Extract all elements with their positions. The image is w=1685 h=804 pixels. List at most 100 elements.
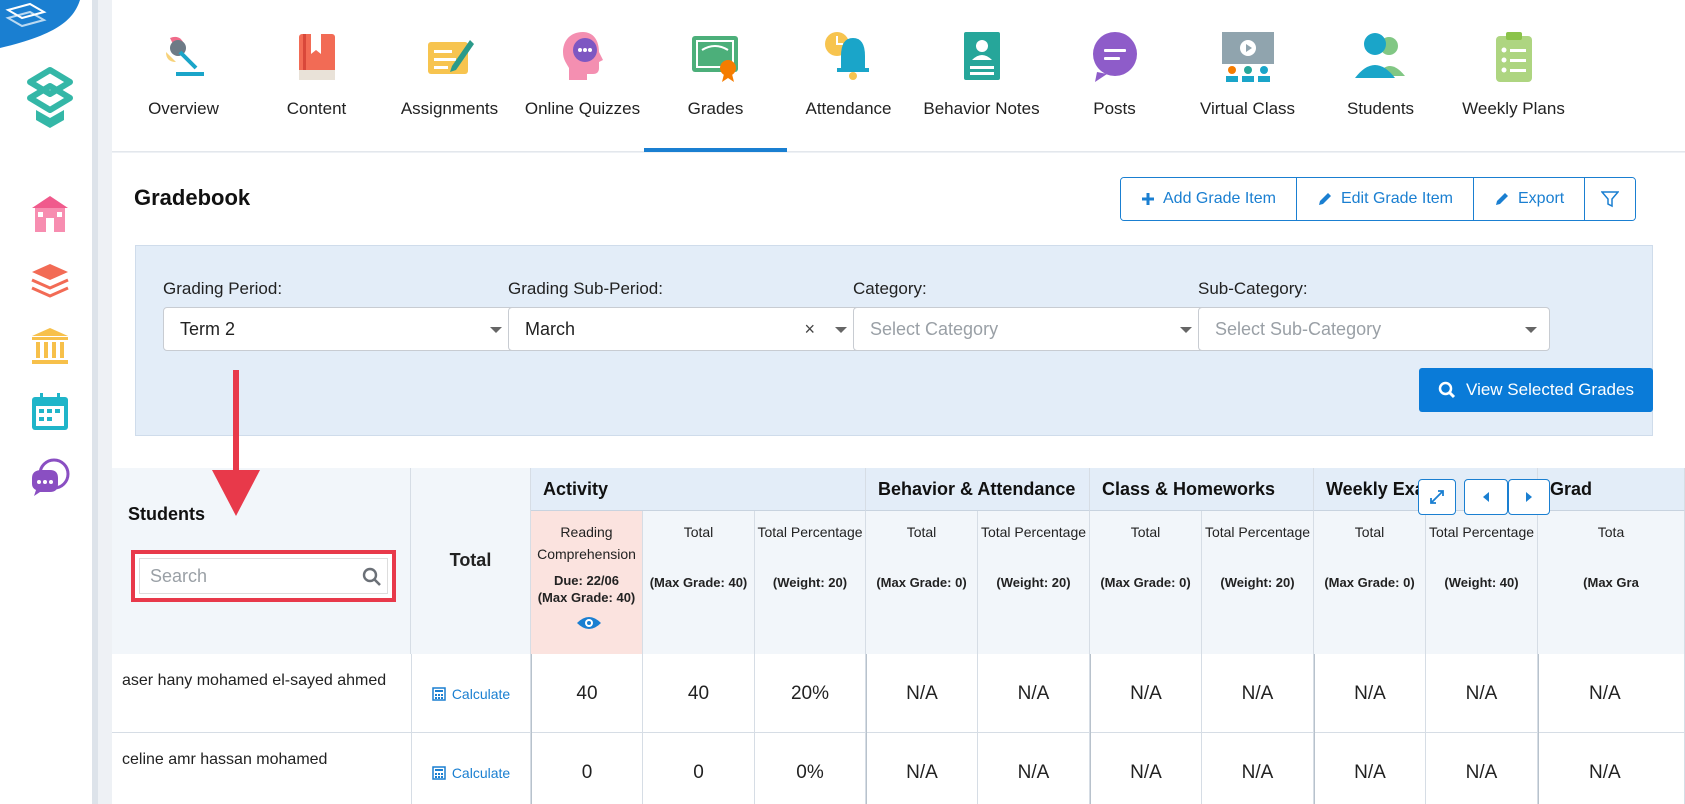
grading-period-filter: Grading Period: Term 2 xyxy=(163,279,515,351)
scroll-left-button[interactable] xyxy=(1464,479,1508,515)
calculate-label: Calculate xyxy=(451,685,511,702)
grade-cell: N/A xyxy=(1426,733,1538,804)
scroll-right-button[interactable] xyxy=(1508,479,1550,515)
sub-header-title: Total Percentage xyxy=(757,524,863,540)
page-title: Gradebook xyxy=(134,185,251,210)
tab-virtual-class[interactable]: Virtual Class xyxy=(1176,0,1319,152)
total-header: Total xyxy=(411,468,531,654)
tab-label: Behavior Notes xyxy=(923,99,1040,118)
tab-label: Posts xyxy=(1093,99,1136,118)
chevron-down-icon xyxy=(1180,327,1192,333)
edit-grade-item-button[interactable]: Edit Grade Item xyxy=(1296,178,1474,220)
table-row: aser hany mohamed el-sayed ahmed Calcula… xyxy=(112,654,1685,733)
sub-header-title: Total xyxy=(1130,524,1161,540)
tab-attendance[interactable]: Attendance xyxy=(777,0,920,152)
school-icon[interactable] xyxy=(28,192,72,236)
id-card-icon xyxy=(964,32,1000,80)
sub-header: Total (Max Grade: 0) xyxy=(1314,511,1426,654)
tab-weekly-plans[interactable]: Weekly Plans xyxy=(1442,0,1585,152)
tab-assignments[interactable]: Assignments xyxy=(378,0,521,152)
filter-button[interactable] xyxy=(1585,178,1636,220)
add-grade-item-label: Add Grade Item xyxy=(1163,190,1276,207)
grade-cell: 20% xyxy=(755,654,866,733)
grading-period-label: Grading Period: xyxy=(163,279,283,298)
module-nav: Overview Content Assignments Online Quiz… xyxy=(112,0,1685,152)
tab-label: Grades xyxy=(687,99,744,118)
tab-label: Attendance xyxy=(805,99,892,118)
reading-due: Due: 22/06 (Max Grade: 40) xyxy=(531,572,642,606)
grade-cell: N/A xyxy=(1202,654,1314,733)
add-grade-item-button[interactable]: Add Grade Item xyxy=(1121,178,1297,220)
pencil-icon xyxy=(1496,193,1508,205)
grade-cell[interactable]: 0 xyxy=(531,733,643,804)
eye-icon[interactable] xyxy=(576,614,602,632)
view-selected-grades-label: View Selected Grades xyxy=(1466,380,1634,399)
book-icon xyxy=(299,34,335,80)
filter-icon xyxy=(1601,191,1620,208)
reading-max-grade: (Max Grade: 40) xyxy=(537,590,636,605)
students-title: Students xyxy=(128,504,206,524)
category-placeholder: Select Category xyxy=(870,318,999,339)
edit-grade-item-label: Edit Grade Item xyxy=(1340,190,1453,207)
plus-icon xyxy=(1142,193,1154,205)
student-search-input[interactable] xyxy=(139,558,388,594)
expand-icon xyxy=(1430,490,1444,504)
reading-due-date: Due: 22/06 xyxy=(553,573,620,588)
certificate-icon xyxy=(692,36,738,82)
tab-behavior-notes[interactable]: Behavior Notes xyxy=(910,0,1053,152)
sub-header-meta: (Max Grade: 0) xyxy=(1324,575,1415,590)
tab-label: Content xyxy=(286,99,347,118)
grade-cell[interactable]: 40 xyxy=(531,654,643,733)
tab-grades[interactable]: Grades xyxy=(644,0,787,152)
calculate-button[interactable]: Calculate xyxy=(411,733,531,804)
chat-icon[interactable] xyxy=(28,456,72,500)
message-bubble-icon xyxy=(1093,32,1137,82)
grade-cell: N/A xyxy=(1202,733,1314,804)
student-search-highlight xyxy=(131,550,396,602)
grade-cell: 40 xyxy=(643,654,755,733)
institution-icon[interactable] xyxy=(28,324,72,368)
sub-header-meta: (Max Grade: 40) xyxy=(649,575,748,590)
table-row: celine amr hassan mohamed Calculate 0 0 … xyxy=(112,733,1685,804)
sub-category-select[interactable]: Select Sub-Category xyxy=(1198,307,1550,351)
sub-period-filter: Grading Sub-Period: March × xyxy=(508,279,860,351)
sub-header-meta: (Max Grade: 0) xyxy=(1100,575,1191,590)
tab-posts[interactable]: Posts xyxy=(1043,0,1186,152)
grading-period-select[interactable]: Term 2 xyxy=(163,307,515,351)
chevron-right-icon xyxy=(1526,492,1532,502)
export-label: Export xyxy=(1518,190,1565,207)
calendar-icon[interactable] xyxy=(28,390,72,434)
brand-logo-icon xyxy=(27,67,73,128)
sub-category-label: Sub-Category: xyxy=(1198,279,1308,298)
desk-lamp-icon xyxy=(166,36,204,76)
tab-content[interactable]: Content xyxy=(245,0,388,152)
clear-icon[interactable]: × xyxy=(804,319,815,340)
tab-label: Weekly Plans xyxy=(1462,99,1565,118)
tab-students[interactable]: Students xyxy=(1309,0,1452,152)
calculate-button[interactable]: Calculate xyxy=(411,654,531,733)
tab-label: Assignments xyxy=(400,99,499,118)
app-root: Overview Content Assignments Online Quiz… xyxy=(0,0,1685,804)
expand-table-button[interactable] xyxy=(1418,479,1456,515)
sub-header-meta: (Weight: 20) xyxy=(1220,575,1295,590)
pencil-icon xyxy=(1318,193,1331,205)
layers-icon[interactable] xyxy=(28,258,72,302)
export-button[interactable]: Export xyxy=(1474,178,1586,220)
sub-header-title: Total xyxy=(906,524,937,540)
view-selected-grades-button[interactable]: View Selected Grades xyxy=(1419,368,1653,412)
grade-cell: N/A xyxy=(1538,733,1685,804)
sub-header-meta: (Max Grade: 0) xyxy=(876,575,967,590)
sub-header-meta: (Max Gra xyxy=(1583,575,1639,590)
tab-online-quizzes[interactable]: Online Quizzes xyxy=(511,0,654,152)
chevron-left-icon xyxy=(1483,492,1489,502)
tab-overview[interactable]: Overview xyxy=(112,0,255,152)
corner-logo-icon xyxy=(0,0,80,48)
sub-header-title: Total xyxy=(1354,524,1385,540)
sub-header: Total (Max Grade: 0) xyxy=(866,511,978,654)
sub-header-title: Total Percentage xyxy=(1428,524,1535,540)
sub-period-select[interactable]: March × xyxy=(508,307,860,351)
students-icon xyxy=(1355,33,1405,78)
category-filter: Category: Select Category xyxy=(853,279,1205,351)
category-select[interactable]: Select Category xyxy=(853,307,1205,351)
sub-header: Tota (Max Gra xyxy=(1538,511,1685,654)
